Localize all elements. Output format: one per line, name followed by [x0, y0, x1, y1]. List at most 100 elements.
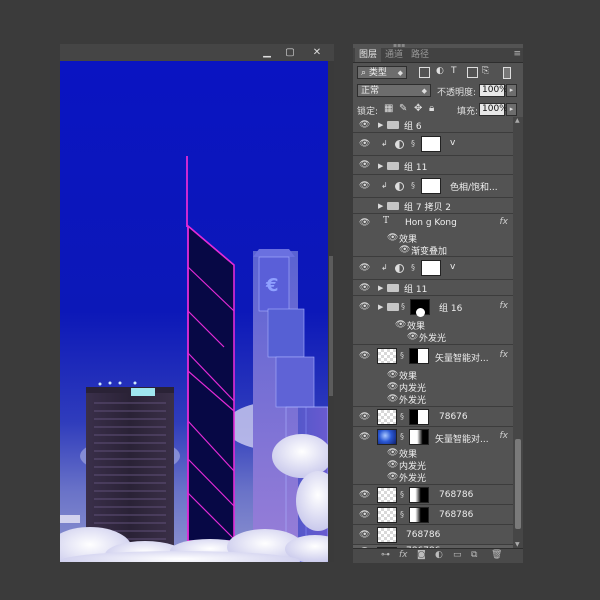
eye-icon[interactable]: 👁︎	[387, 448, 398, 458]
effect-name[interactable]: 外发光	[399, 471, 426, 484]
layer-row[interactable]: 👁︎ § 矢量智能对... fx	[353, 345, 513, 369]
link-layers-icon[interactable]: ⊶	[381, 550, 390, 560]
eye-icon[interactable]: 👁︎	[359, 181, 370, 191]
eye-icon[interactable]: 👁︎	[359, 530, 370, 540]
scroll-down-icon[interactable]: ▼	[515, 541, 520, 548]
layer-mask-thumb[interactable]	[410, 299, 430, 317]
eye-icon[interactable]: 👁︎	[359, 283, 370, 293]
layer-thumb[interactable]	[377, 527, 397, 543]
layer-thumb[interactable]	[377, 409, 397, 425]
panel-grip[interactable]: ▪▪▪	[393, 43, 413, 49]
opacity-dropdown-icon[interactable]: ▸	[506, 84, 517, 97]
effect-name[interactable]: 外发光	[399, 393, 426, 406]
effects-row[interactable]: 👁︎ 效果	[353, 447, 513, 460]
add-mask-icon[interactable]: ◙	[417, 550, 426, 560]
eye-icon[interactable]: 👁︎	[399, 245, 410, 255]
eye-icon[interactable]: 👁︎	[387, 370, 398, 380]
layer-row[interactable]: 👁︎ 768786	[353, 525, 513, 545]
layers-scroll-thumb[interactable]	[515, 439, 521, 529]
tab-channels[interactable]: 通道	[381, 48, 407, 62]
eye-icon[interactable]: 👁︎	[359, 263, 370, 273]
expand-triangle-icon[interactable]: ▶	[378, 303, 383, 311]
layer-row[interactable]: 👁︎ ▶ § 组 16 fx	[353, 296, 513, 319]
layer-row[interactable]: 👁︎ ▶ 组 11	[353, 280, 513, 296]
layer-mask-thumb[interactable]	[421, 136, 441, 152]
layer-name[interactable]: v	[450, 138, 455, 148]
eye-icon[interactable]: 👁︎	[387, 472, 398, 482]
eye-icon[interactable]: 👁︎	[359, 432, 370, 442]
fx-icon[interactable]: fx	[500, 350, 509, 360]
document-scrollbar[interactable]	[328, 61, 334, 562]
layers-scrollbar[interactable]: ▲ ▼	[513, 117, 523, 548]
layer-row[interactable]: 👁︎ ↲ § 色相/饱和...	[353, 175, 513, 198]
layer-name[interactable]: 组 16	[439, 301, 462, 314]
lock-brush-icon[interactable]: ✎	[399, 103, 407, 114]
layer-name[interactable]: 组 11	[404, 160, 427, 173]
filter-toggle[interactable]	[503, 67, 511, 79]
layer-thumb[interactable]	[377, 429, 397, 445]
expand-triangle-icon[interactable]: ▶	[378, 202, 383, 210]
eye-icon[interactable]: 👁︎	[359, 412, 370, 422]
fx-icon[interactable]: fx	[500, 431, 509, 441]
layer-row[interactable]: 👁︎ ▶ 组 7 拷贝 2	[353, 198, 513, 214]
layer-name[interactable]: 组 11	[404, 282, 427, 295]
layer-row[interactable]: 👁︎ § 768786	[353, 505, 513, 525]
layer-thumb[interactable]	[377, 348, 397, 364]
eye-icon[interactable]: 👁︎	[359, 218, 370, 228]
layer-name[interactable]: 矢量智能对...	[435, 351, 489, 364]
tab-layers[interactable]: 图层	[355, 48, 382, 62]
scroll-up-icon[interactable]: ▲	[515, 117, 520, 124]
lock-move-icon[interactable]: ✥	[414, 103, 422, 114]
image-canvas[interactable]: €	[60, 61, 328, 562]
maximize-icon[interactable]: ▢	[279, 46, 301, 59]
new-layer-icon[interactable]: ⧉	[471, 550, 477, 560]
layer-name[interactable]: 78676	[439, 412, 468, 422]
eye-icon[interactable]: 👁︎	[359, 351, 370, 361]
layer-mask-thumb[interactable]	[409, 487, 429, 503]
eye-icon[interactable]: 👁︎	[359, 510, 370, 520]
effects-row[interactable]: 👁︎ 效果	[353, 369, 513, 382]
layer-name[interactable]: 色相/饱和...	[450, 180, 498, 193]
layer-thumb[interactable]	[377, 507, 397, 523]
filter-kind-select[interactable]: ⌕ 类型 ◆	[357, 66, 407, 79]
filter-type-icon[interactable]: T	[451, 66, 457, 76]
effect-name[interactable]: 外发光	[419, 331, 446, 344]
eye-icon[interactable]: 👁︎	[359, 490, 370, 500]
layer-name[interactable]: Hon g Kong	[405, 218, 457, 228]
add-style-icon[interactable]: fx	[399, 550, 408, 560]
opacity-input[interactable]: 100%	[479, 84, 508, 97]
lock-all-icon[interactable]: 🔒︎	[429, 103, 434, 114]
eye-icon[interactable]: 👁︎	[359, 160, 370, 170]
layer-thumb[interactable]	[377, 487, 397, 503]
fill-dropdown-icon[interactable]: ▸	[506, 103, 517, 116]
tab-paths[interactable]: 路径	[407, 48, 433, 62]
effect-row[interactable]: 👁︎ 外发光	[353, 471, 513, 485]
layer-row[interactable]: 👁︎ ↲ § v	[353, 133, 513, 156]
layer-row[interactable]: 👁︎ § 768786	[353, 485, 513, 505]
layer-row[interactable]: 👁︎ ▶ 组 6	[353, 117, 513, 133]
layer-mask-thumb[interactable]	[409, 348, 429, 364]
effects-row[interactable]: 👁︎ 效果	[353, 232, 513, 245]
eye-icon[interactable]: 👁︎	[387, 460, 398, 470]
layer-mask-thumb[interactable]	[421, 178, 441, 194]
expand-triangle-icon[interactable]: ▶	[378, 284, 383, 292]
minimize-icon[interactable]: ▁	[256, 46, 278, 59]
expand-triangle-icon[interactable]: ▶	[378, 162, 383, 170]
layer-name[interactable]: 768786	[406, 530, 440, 540]
layer-mask-thumb[interactable]	[421, 260, 441, 276]
eye-icon[interactable]: 👁︎	[359, 120, 370, 130]
layer-row[interactable]: 👁︎ T Hon g Kong fx	[353, 214, 513, 232]
eye-icon[interactable]: 👁︎	[387, 394, 398, 404]
fx-icon[interactable]: fx	[500, 217, 509, 227]
layer-mask-thumb[interactable]	[409, 409, 429, 425]
layer-row[interactable]: 👁︎ § 矢量智能对... fx	[353, 427, 513, 447]
eye-icon[interactable]: 👁︎	[359, 302, 370, 312]
effect-row[interactable]: 👁︎ 外发光	[353, 331, 513, 345]
blend-mode-select[interactable]: 正常 ◆	[357, 84, 431, 97]
effect-row[interactable]: 👁︎ 内发光	[353, 459, 513, 472]
panel-menu-icon[interactable]: ≡	[513, 49, 521, 59]
layer-row[interactable]: 👁︎ § 78676	[353, 407, 513, 427]
effect-name[interactable]: 渐变叠加	[411, 244, 447, 257]
eye-icon[interactable]: 👁︎	[359, 139, 370, 149]
layer-name[interactable]: 矢量智能对...	[435, 432, 489, 445]
